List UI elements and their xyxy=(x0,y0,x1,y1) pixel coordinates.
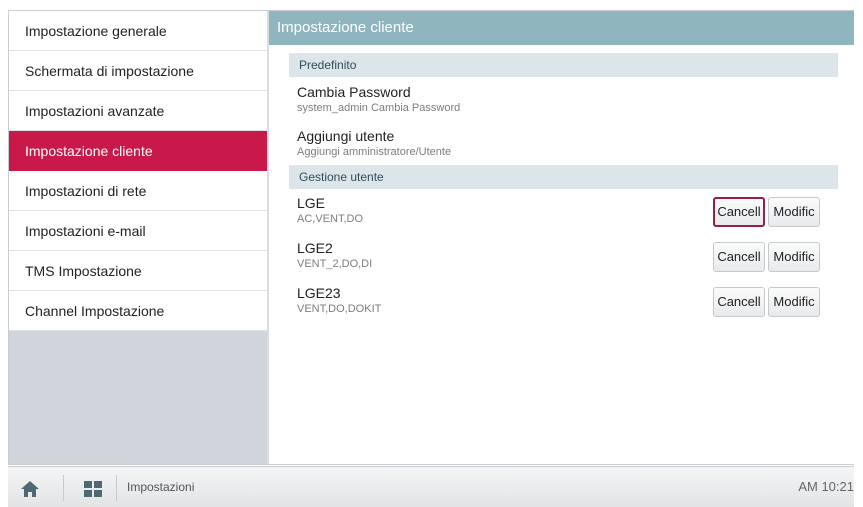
modify-button[interactable]: Modific xyxy=(768,242,820,272)
setting-subtitle: Aggiungi amministratore/Utente xyxy=(297,146,452,158)
cancel-button[interactable]: Cancell xyxy=(713,287,765,317)
settings-content: Predefinito Cambia Password system_admin… xyxy=(269,45,854,324)
page-title: Impostazione cliente xyxy=(269,11,854,45)
sidebar-item-network[interactable]: Impostazioni di rete xyxy=(9,171,267,211)
settings-sidebar: Impostazione generale Schermata di impos… xyxy=(9,11,267,464)
sidebar-item-screen[interactable]: Schermata di impostazione xyxy=(9,51,267,91)
divider xyxy=(63,475,64,501)
section-header-users: Gestione utente xyxy=(289,165,838,189)
window-frame: Impostazione generale Schermata di impos… xyxy=(8,10,854,465)
sidebar-item-general[interactable]: Impostazione generale xyxy=(9,11,267,51)
grid-icon[interactable] xyxy=(84,481,102,497)
sidebar-item-email[interactable]: Impostazioni e-mail xyxy=(9,211,267,251)
modify-button[interactable]: Modific xyxy=(768,287,820,317)
setting-subtitle: system_admin Cambia Password xyxy=(297,102,461,114)
main-panel: Impostazione cliente Predefinito Cambia … xyxy=(269,11,854,464)
user-row: LGE23 VENT,DO,DOKIT Cancell Modific xyxy=(289,279,838,324)
sidebar-item-tms[interactable]: TMS Impostazione xyxy=(9,251,267,291)
sidebar-item-advanced[interactable]: Impostazioni avanzate xyxy=(9,91,267,131)
clock: AM 10:21 xyxy=(798,479,854,494)
cancel-button[interactable]: Cancell xyxy=(713,242,765,272)
change-password-item[interactable]: Cambia Password system_admin Cambia Pass… xyxy=(289,77,838,121)
user-row: LGE AC,VENT,DO Cancell Modific xyxy=(289,189,838,234)
user-row: LGE2 VENT_2,DO,DI Cancell Modific xyxy=(289,234,838,279)
add-user-item[interactable]: Aggiungi utente Aggiungi amministratore/… xyxy=(289,121,838,165)
section-header-default: Predefinito xyxy=(289,53,838,77)
setting-title: Cambia Password xyxy=(297,84,411,100)
divider xyxy=(116,475,117,501)
home-icon[interactable] xyxy=(20,480,40,498)
bottom-bar: Impostazioni AM 10:21 xyxy=(8,466,854,507)
sidebar-item-channel[interactable]: Channel Impostazione xyxy=(9,291,267,331)
sidebar-item-client[interactable]: Impostazione cliente xyxy=(9,131,267,171)
setting-title: Aggiungi utente xyxy=(297,128,395,144)
modify-button[interactable]: Modific xyxy=(768,197,820,227)
cancel-button[interactable]: Cancell xyxy=(713,197,765,227)
breadcrumb: Impostazioni xyxy=(127,480,195,494)
